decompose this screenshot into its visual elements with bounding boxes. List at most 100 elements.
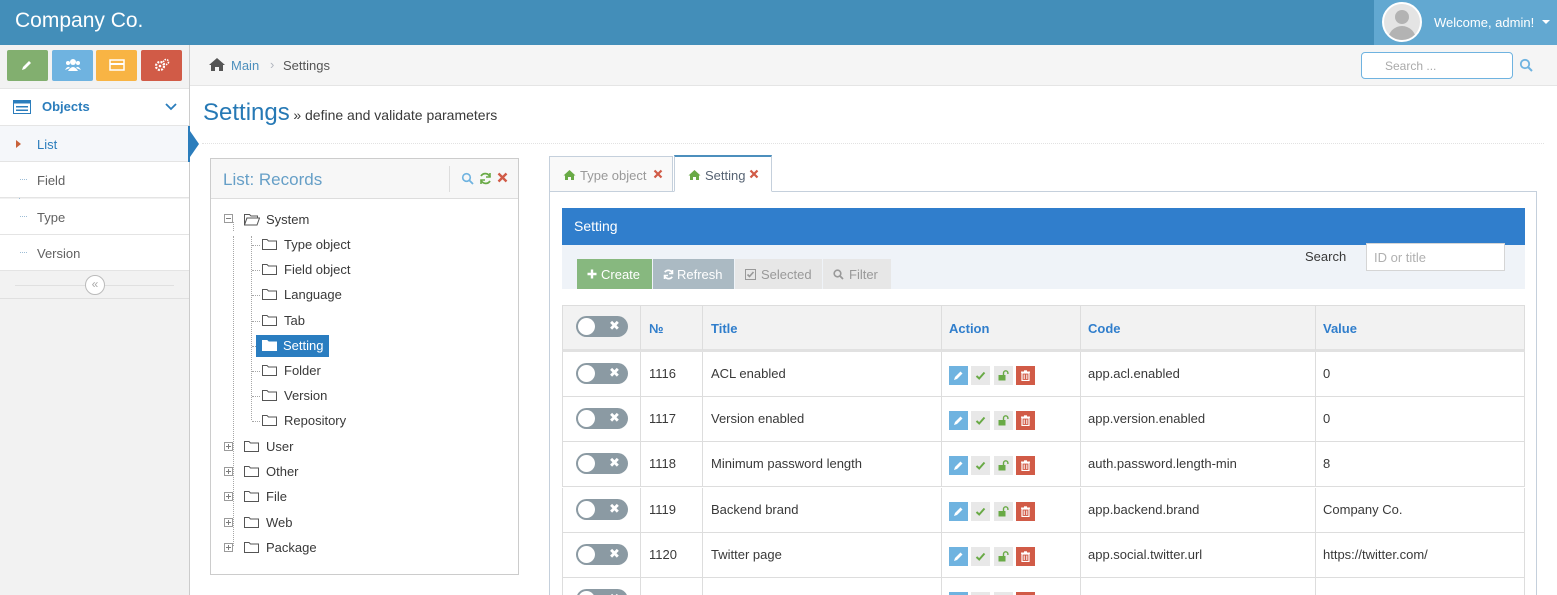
delete-button[interactable] [1016,456,1035,476]
check-icon [975,417,986,426]
edit-button[interactable] [949,366,968,385]
row-select-toggle[interactable]: ✖ [576,498,628,520]
search-icon[interactable] [1519,58,1533,72]
row-select-toggle[interactable]: ✖ [576,589,628,595]
cell-title: Backend brand [711,501,799,517]
cell-id: 1119 [649,501,676,517]
row-select-toggle[interactable]: ✖ [576,363,628,384]
delete-button[interactable] [1016,501,1035,521]
brand-logo[interactable]: Company Co. [15,9,143,33]
selected-button[interactable]: Selected [735,259,822,289]
tree-widget-title: List: Records [223,170,323,189]
sidebar-item-field[interactable]: Field [0,162,189,198]
row-select-toggle[interactable]: ✖ [576,408,628,430]
row-select-toggle[interactable]: ✖ [576,543,628,565]
sidebar-item-label: List [37,137,58,152]
user-menu[interactable]: Welcome, admin! [1374,0,1557,45]
list-box-icon [13,100,31,114]
sidebar-item-list[interactable]: List [0,126,199,162]
unlock-icon [998,505,1009,517]
close-icon[interactable] [497,172,508,183]
caret-down-icon [1542,20,1550,24]
validate-button[interactable] [971,366,990,385]
filter-button[interactable]: Filter [823,259,891,289]
close-icon[interactable] [749,169,759,179]
unlock-button[interactable] [994,411,1013,431]
folder-icon [244,516,259,528]
cell-code: app.version.enabled [1088,411,1206,427]
folder-icon [262,390,277,402]
table-row[interactable]: ✖ 1117 Version enabled app.version.enabled 0 [562,397,1525,443]
table-row[interactable]: ✖ 1119 Backend brand app.backend.brand Compa… [562,487,1525,533]
expand-toggle-icon[interactable] [224,467,233,477]
unlock-icon [998,460,1009,471]
cell-id: 1120 [649,546,677,562]
expand-toggle-icon[interactable] [224,517,233,527]
sidebar-item-version[interactable]: Version [0,235,189,271]
delete-button[interactable] [1016,411,1035,431]
refresh-icon[interactable] [479,172,492,185]
table-row[interactable]: ✖ 1118 Minimum password length auth.passwor… [562,442,1525,488]
folder-open-icon [244,214,260,226]
table-row[interactable]: ✖ 1120 Twitter page app.social.twitter.url h… [562,532,1525,578]
validate-button[interactable] [971,501,990,521]
unlock-button[interactable] [994,546,1013,566]
grid-search-label: Search [1305,249,1347,264]
select-all-toggle[interactable]: ✖ [576,316,628,337]
cell-value: 0 [1323,366,1331,381]
shortcut-edit-button[interactable] [7,50,48,81]
unlock-button[interactable] [994,501,1013,521]
column-header[interactable]: Action [949,321,989,336]
unlock-button[interactable] [994,366,1013,385]
double-angle-left-icon[interactable]: « [85,275,105,295]
create-button[interactable]: Create [577,259,652,289]
tab-setting[interactable]: Setting [674,155,772,192]
delete-button[interactable] [1016,546,1035,566]
edit-button[interactable] [949,411,968,431]
breadcrumb-current: Settings [283,58,330,73]
edit-button[interactable] [949,501,968,521]
shortcut-settings-button[interactable] [141,50,182,81]
refresh-button[interactable]: Refresh [653,259,734,289]
cell-code: auth.password.length-min [1088,456,1237,472]
cogs-icon [154,58,170,72]
breadcrumb-main-link[interactable]: Main [231,58,259,73]
unlock-button[interactable] [994,456,1013,476]
tree-node-label: Folder [284,363,321,378]
caret-right-icon [16,140,21,148]
edit-button[interactable] [949,546,968,566]
table-row[interactable]: ✖ [562,578,1525,595]
tree-node-label: File [266,489,287,505]
table-row[interactable]: ✖ 1116 ACL enabled app.acl.enabled 0 [562,352,1525,397]
row-actions [949,366,1039,386]
column-header[interactable]: № [649,321,664,336]
validate-button[interactable] [971,456,990,476]
edit-button[interactable] [949,456,968,476]
close-icon[interactable] [653,169,663,179]
row-select-toggle[interactable]: ✖ [576,453,628,475]
column-header[interactable]: Value [1323,321,1357,336]
trash-icon [1021,415,1030,427]
cell-code: app.social.twitter.url [1088,546,1203,562]
grid-search-input[interactable] [1366,243,1505,271]
column-header[interactable]: Code [1088,321,1121,336]
expand-toggle-icon[interactable] [224,442,233,451]
shortcut-card-button[interactable] [96,50,137,81]
search-icon[interactable] [461,172,474,185]
collapse-toggle-icon[interactable] [224,214,233,223]
shortcut-users-button[interactable] [52,50,93,81]
unlock-icon [998,550,1009,562]
tab-type-object[interactable]: Type object [549,156,673,192]
column-header[interactable]: Title [711,321,738,336]
trash-icon [1021,370,1030,381]
nav-search-input[interactable] [1361,52,1513,79]
delete-button[interactable] [1016,366,1035,385]
expand-toggle-icon[interactable] [224,492,233,502]
validate-button[interactable] [971,411,990,431]
sidebar-section-objects[interactable]: Objects [0,88,189,126]
validate-button[interactable] [971,546,990,566]
expand-toggle-icon[interactable] [224,542,233,552]
sidebar-item-type[interactable]: Type [0,199,189,235]
tree-node-setting[interactable]: Setting [256,334,329,357]
search-icon [833,269,844,280]
